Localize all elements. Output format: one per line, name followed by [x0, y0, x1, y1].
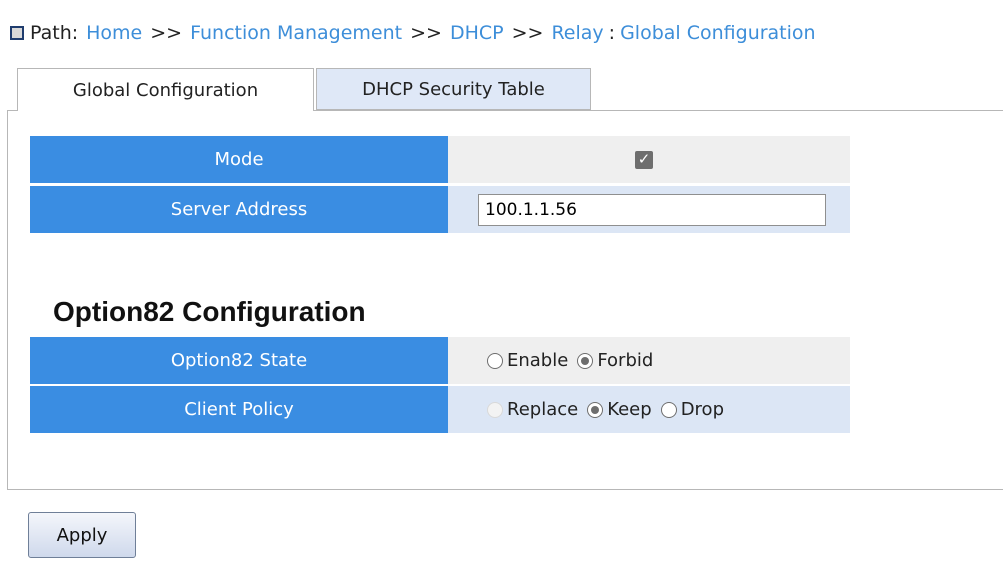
option82-enable-label: Enable: [507, 350, 569, 371]
mode-checkbox[interactable]: ✓: [635, 150, 653, 169]
client-policy-label: Client Policy: [30, 386, 448, 434]
policy-drop-radio[interactable]: Drop: [660, 399, 724, 420]
policy-drop-label: Drop: [680, 399, 724, 420]
server-address-value-cell: [448, 186, 850, 234]
breadcrumb-dhcp[interactable]: DHCP: [450, 22, 504, 44]
option82-forbid-radio[interactable]: Forbid: [577, 350, 653, 371]
mode-value-cell: ✓: [448, 136, 850, 184]
option82-state-row: Option82 State Enable Forbid: [30, 337, 850, 385]
tab-dhcp-security-table[interactable]: DHCP Security Table: [316, 68, 591, 110]
client-policy-radio-group: Replace Keep Drop: [487, 399, 733, 420]
option82-state-radio-group: Enable Forbid: [487, 350, 662, 371]
policy-keep-label: Keep: [607, 399, 652, 420]
policy-replace-label: Replace: [507, 399, 579, 420]
client-policy-row: Client Policy Replace Keep Drop: [30, 386, 850, 434]
server-address-input[interactable]: [478, 193, 826, 226]
radio-checked-icon: [587, 401, 604, 418]
mode-row: Mode ✓: [30, 136, 850, 184]
radio-checked-icon: [577, 352, 594, 369]
breadcrumb-colon: :: [608, 22, 616, 44]
apply-button[interactable]: Apply: [28, 512, 136, 558]
path-square-icon: [10, 26, 24, 40]
policy-keep-radio[interactable]: Keep: [587, 399, 652, 420]
breadcrumb: Path: Home >> Function Management >> DHC…: [10, 20, 816, 46]
server-address-label: Server Address: [30, 186, 448, 234]
mode-label: Mode: [30, 136, 448, 184]
radio-disabled-icon: [487, 401, 503, 418]
server-address-row: Server Address: [30, 186, 850, 234]
radio-unchecked-icon: [487, 352, 503, 369]
tab-global-configuration[interactable]: Global Configuration: [17, 68, 314, 111]
breadcrumb-separator: >>: [410, 22, 442, 44]
breadcrumb-home[interactable]: Home: [86, 22, 142, 44]
breadcrumb-separator: >>: [150, 22, 183, 44]
policy-replace-radio[interactable]: Replace: [487, 399, 578, 420]
breadcrumb-function-management[interactable]: Function Management: [190, 22, 402, 44]
client-policy-value-cell: Replace Keep Drop: [448, 386, 850, 434]
option82-state-value-cell: Enable Forbid: [448, 337, 850, 385]
radio-unchecked-icon: [660, 401, 677, 418]
breadcrumb-global-configuration[interactable]: Global Configuration: [620, 22, 816, 44]
breadcrumb-relay[interactable]: Relay: [551, 22, 603, 44]
option82-forbid-label: Forbid: [597, 350, 654, 371]
breadcrumb-label: Path:: [30, 22, 79, 44]
breadcrumb-separator: >>: [511, 22, 544, 44]
option82-enable-radio[interactable]: Enable: [487, 350, 568, 371]
option82-section-title: Option82 Configuration: [53, 296, 366, 327]
option82-state-label: Option82 State: [30, 337, 448, 385]
